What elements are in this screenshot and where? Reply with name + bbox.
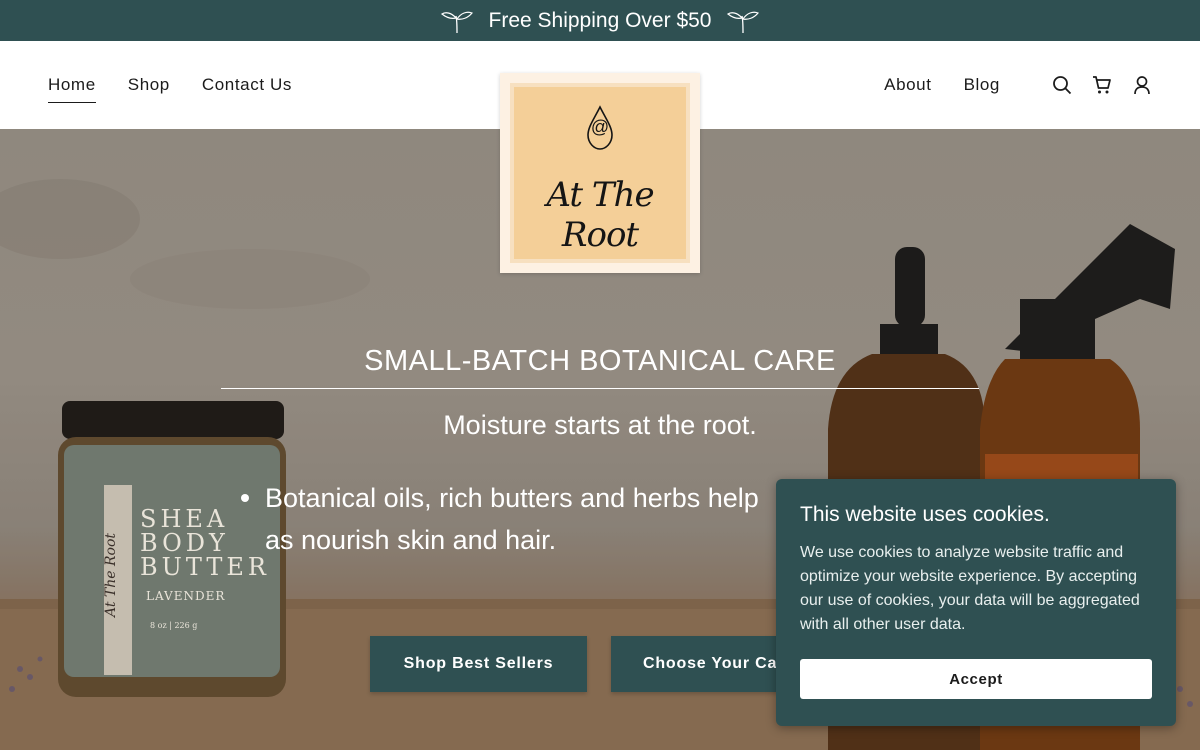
cookie-banner: This website uses cookies. We use cookie…	[776, 479, 1176, 726]
hero-bullet-line-2: as nourish skin and hair.	[265, 525, 557, 555]
header-icons	[1052, 41, 1152, 129]
logo-badge: @ At The Root	[510, 83, 690, 263]
nav-contact-us[interactable]: Contact Us	[202, 75, 292, 95]
accept-cookies-button[interactable]: Accept	[800, 659, 1152, 699]
hero-bullet-list: Botanical oils, rich butters and herbs h…	[241, 477, 825, 561]
hero-bullet-line-1: Botanical oils, rich butters and herbs h…	[265, 483, 759, 513]
jar-label: SHEA BODY BUTTER LAVENDER 8 oz | 226 g	[140, 505, 270, 630]
nav-left: Home Shop Contact Us	[48, 41, 292, 129]
hero-divider	[221, 388, 979, 389]
sprout-icon	[727, 11, 760, 33]
cookie-body: We use cookies to analyze website traffi…	[800, 544, 1140, 633]
nav-blog[interactable]: Blog	[964, 75, 1000, 95]
nav-about[interactable]: About	[884, 75, 931, 95]
hero-subtitle: Moisture starts at the root.	[443, 410, 757, 440]
logo-mark: @	[590, 117, 610, 137]
cart-icon[interactable]	[1092, 75, 1112, 95]
cookie-title: This website uses cookies.	[800, 503, 1050, 526]
announcement-bar: Free Shipping Over $50	[0, 0, 1200, 41]
nav-right: About Blog	[884, 41, 1000, 129]
search-icon[interactable]	[1052, 75, 1072, 95]
nav-shop[interactable]: Shop	[128, 75, 170, 95]
shop-best-sellers-button[interactable]: Shop Best Sellers	[370, 636, 587, 692]
hero-title: SMALL-BATCH BOTANICAL CARE	[364, 345, 836, 377]
account-icon[interactable]	[1132, 75, 1152, 95]
jar-brand: At The Root	[103, 532, 120, 618]
nav-home[interactable]: Home	[48, 75, 96, 103]
bullet-icon	[241, 494, 249, 502]
site-logo[interactable]: @ At The Root	[500, 73, 700, 273]
sprout-icon	[440, 11, 473, 33]
announcement-text: Free Shipping Over $50	[488, 8, 712, 32]
logo-text: At The Root	[546, 175, 654, 255]
